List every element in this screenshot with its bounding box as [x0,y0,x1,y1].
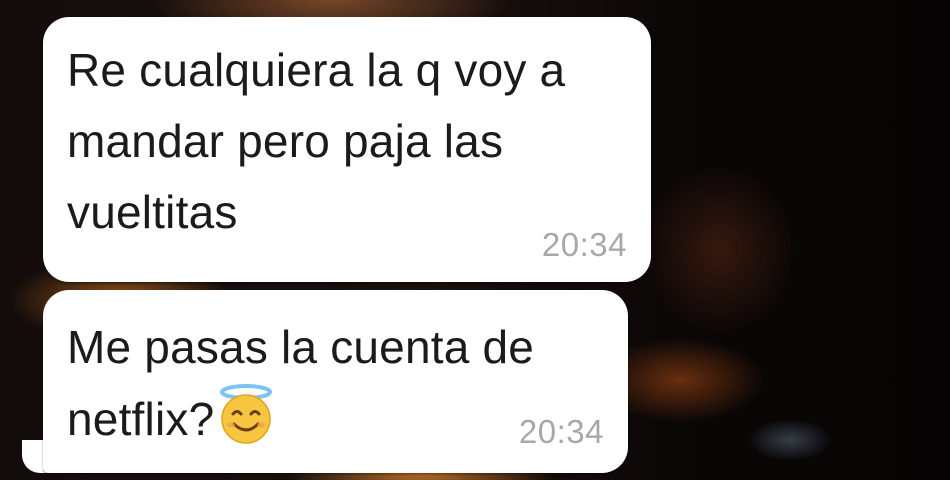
message-bubble[interactable]: Re cualquiera la q voy a mandar pero paj… [43,17,651,282]
message-timestamp: 20:34 [541,226,627,263]
message-text-content: Me pasas la cuenta de netflix? [67,321,548,445]
message-timestamp: 20:34 [518,413,604,450]
message-text: Re cualquiera la q voy a mandar pero paj… [67,44,579,238]
smiling-face-with-halo-icon [216,383,276,445]
message-bubble[interactable]: Me pasas la cuenta de netflix? 20:34 [43,290,628,473]
